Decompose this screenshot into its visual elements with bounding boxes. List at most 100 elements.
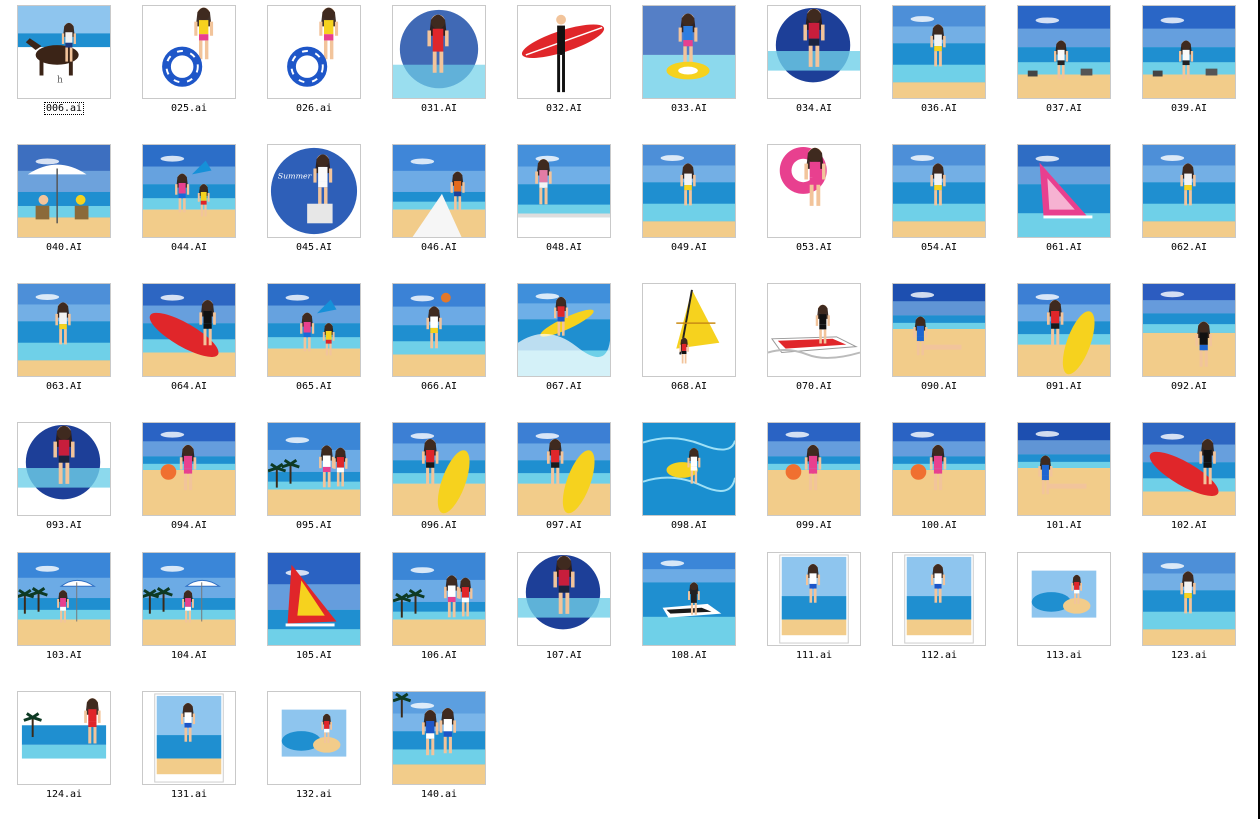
file-thumbnail[interactable] [642, 552, 736, 646]
file-item[interactable]: 091.AI [1000, 278, 1125, 413]
file-item[interactable]: 112.ai [875, 547, 1000, 682]
file-thumbnail[interactable] [392, 552, 486, 646]
file-name-label[interactable]: 046.AI [375, 242, 503, 254]
file-thumbnail[interactable] [392, 691, 486, 785]
file-name-label[interactable]: 044.AI [125, 242, 253, 254]
file-name-label[interactable]: 103.AI [0, 650, 128, 662]
file-item[interactable]: 096.AI [375, 417, 500, 552]
file-name-label[interactable]: 099.AI [750, 520, 878, 532]
file-item[interactable]: 061.AI [1000, 139, 1125, 274]
file-thumbnail[interactable] [392, 283, 486, 377]
file-thumbnail[interactable] [767, 552, 861, 646]
file-item[interactable]: 107.AI [500, 547, 625, 682]
file-thumbnail[interactable] [642, 144, 736, 238]
file-item[interactable]: 026.ai [250, 0, 375, 135]
file-item[interactable]: 046.AI [375, 139, 500, 274]
file-thumbnail[interactable] [1017, 144, 1111, 238]
file-thumbnail[interactable] [517, 552, 611, 646]
file-name-label[interactable]: 045.AI [250, 242, 378, 254]
file-item[interactable]: 068.AI [625, 278, 750, 413]
file-thumbnail[interactable] [267, 552, 361, 646]
file-thumbnail[interactable]: Summer [267, 144, 361, 238]
file-name-label[interactable]: 094.AI [125, 520, 253, 532]
file-name-label[interactable]: 033.AI [625, 103, 753, 115]
file-name-label[interactable]: 049.AI [625, 242, 753, 254]
file-thumbnail[interactable] [1142, 5, 1236, 99]
file-item[interactable]: 140.ai [375, 686, 500, 821]
file-item[interactable]: 067.AI [500, 278, 625, 413]
file-item[interactable]: 049.AI [625, 139, 750, 274]
file-name-label[interactable]: 108.AI [625, 650, 753, 662]
file-thumbnail[interactable] [517, 283, 611, 377]
file-item[interactable]: 033.AI [625, 0, 750, 135]
file-thumbnail[interactable] [267, 283, 361, 377]
file-name-label[interactable]: 091.AI [1000, 381, 1128, 393]
file-item[interactable]: 093.AI [0, 417, 125, 552]
file-thumbnail[interactable] [1142, 144, 1236, 238]
file-item[interactable]: 094.AI [125, 417, 250, 552]
file-thumbnail[interactable] [267, 5, 361, 99]
file-thumbnail[interactable] [142, 422, 236, 516]
file-name-label[interactable]: 096.AI [375, 520, 503, 532]
file-name-label[interactable]: 068.AI [625, 381, 753, 393]
file-thumbnail[interactable]: h [17, 5, 111, 99]
file-name-label[interactable]: 132.ai [250, 789, 378, 801]
file-item[interactable]: 065.AI [250, 278, 375, 413]
file-thumbnail[interactable] [142, 552, 236, 646]
file-name-label[interactable]: 092.AI [1125, 381, 1253, 393]
file-name-label[interactable]: 095.AI [250, 520, 378, 532]
file-thumbnail[interactable] [517, 144, 611, 238]
file-item[interactable]: 113.ai [1000, 547, 1125, 682]
file-thumbnail[interactable] [1142, 552, 1236, 646]
file-item[interactable]: 103.AI [0, 547, 125, 682]
file-thumbnail[interactable] [1017, 422, 1111, 516]
file-item[interactable]: 124.ai [0, 686, 125, 821]
file-name-label[interactable]: 039.AI [1125, 103, 1253, 115]
file-item[interactable]: 032.AI [500, 0, 625, 135]
file-thumbnail[interactable] [642, 5, 736, 99]
file-item[interactable]: 036.AI [875, 0, 1000, 135]
file-name-label[interactable]: 104.AI [125, 650, 253, 662]
file-name-label[interactable]: 102.AI [1125, 520, 1253, 532]
file-name-label[interactable]: 006.ai [0, 102, 128, 115]
file-item[interactable]: 031.AI [375, 0, 500, 135]
file-name-label[interactable]: 106.AI [375, 650, 503, 662]
file-name-label[interactable]: 090.AI [875, 381, 1003, 393]
file-thumbnail[interactable] [892, 422, 986, 516]
file-item[interactable]: 048.AI [500, 139, 625, 274]
file-name-label[interactable]: 048.AI [500, 242, 628, 254]
file-name-label[interactable]: 063.AI [0, 381, 128, 393]
file-item[interactable]: 097.AI [500, 417, 625, 552]
file-item[interactable]: 044.AI [125, 139, 250, 274]
file-item[interactable]: 066.AI [375, 278, 500, 413]
file-item[interactable]: 054.AI [875, 139, 1000, 274]
file-item[interactable]: 108.AI [625, 547, 750, 682]
file-thumbnail[interactable] [392, 422, 486, 516]
file-thumbnail[interactable] [767, 5, 861, 99]
file-thumbnail[interactable] [267, 691, 361, 785]
file-name-label[interactable]: 093.AI [0, 520, 128, 532]
file-name-label[interactable]: 064.AI [125, 381, 253, 393]
file-item[interactable]: 039.AI [1125, 0, 1250, 135]
file-thumbnail[interactable] [767, 422, 861, 516]
file-thumbnail[interactable] [142, 144, 236, 238]
file-item[interactable]: 111.ai [750, 547, 875, 682]
file-thumbnail[interactable] [1142, 283, 1236, 377]
file-item[interactable]: 034.AI [750, 0, 875, 135]
file-name-label[interactable]: 111.ai [750, 650, 878, 662]
file-name-label[interactable]: 040.AI [0, 242, 128, 254]
file-thumbnail[interactable] [767, 283, 861, 377]
file-item[interactable]: Summer 045.AI [250, 139, 375, 274]
file-item[interactable]: 037.AI [1000, 0, 1125, 135]
file-item[interactable]: 095.AI [250, 417, 375, 552]
file-name-label[interactable]: 101.AI [1000, 520, 1128, 532]
file-thumbnail[interactable] [17, 144, 111, 238]
file-item[interactable]: 063.AI [0, 278, 125, 413]
file-thumbnail[interactable] [1017, 283, 1111, 377]
file-thumbnail[interactable] [1017, 552, 1111, 646]
file-item[interactable]: 102.AI [1125, 417, 1250, 552]
file-item[interactable]: 053.AI [750, 139, 875, 274]
file-name-label[interactable]: 113.ai [1000, 650, 1128, 662]
file-name-label[interactable]: 025.ai [125, 103, 253, 115]
file-item[interactable]: 062.AI [1125, 139, 1250, 274]
